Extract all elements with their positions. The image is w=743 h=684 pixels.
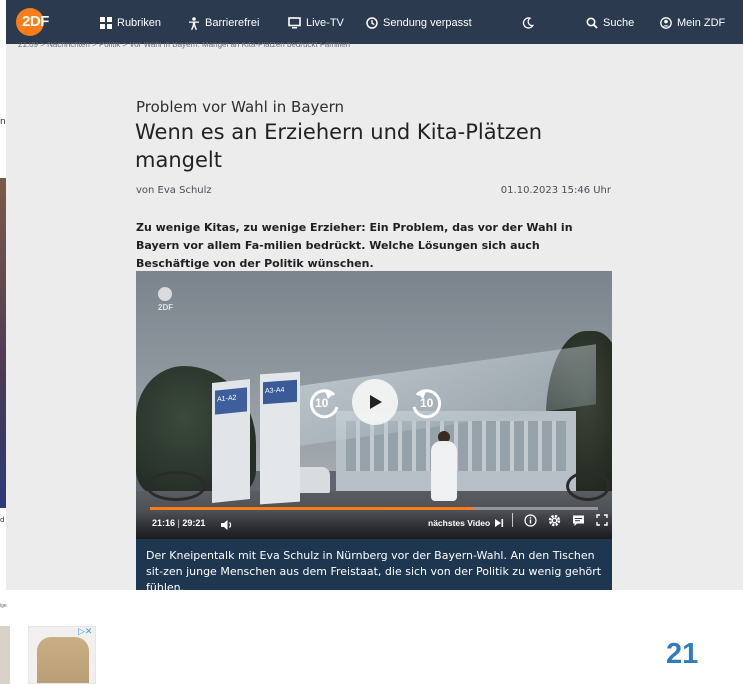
nav-sendung-verpasst[interactable]: Sendung verpasst bbox=[366, 14, 472, 32]
rewind-10-button[interactable]: 10 bbox=[304, 383, 344, 423]
nav-live-tv[interactable]: Live-TV bbox=[288, 14, 344, 32]
user-icon bbox=[660, 17, 672, 29]
tv-icon bbox=[288, 17, 301, 29]
article-date: 01.10.2023 15:46 Uhr bbox=[500, 185, 611, 196]
video-progress-fill bbox=[150, 507, 475, 510]
ad-image[interactable] bbox=[0, 626, 10, 684]
time-separator: | bbox=[177, 518, 180, 528]
video-frame-sign: A1-A2 bbox=[212, 379, 250, 503]
next-video-label: nächstes Video bbox=[428, 518, 491, 528]
volume-button[interactable] bbox=[220, 516, 234, 535]
video-frame-person bbox=[431, 441, 457, 501]
divider bbox=[512, 513, 513, 527]
nav-suche[interactable]: Suche bbox=[586, 14, 634, 32]
video-time: 21:16 | 29:21 bbox=[152, 518, 205, 528]
video-control-icons bbox=[512, 513, 608, 527]
article-overlay: 2DF Rubriken Barrierefrei Live-TV Sendun… bbox=[6, 0, 743, 590]
ad-choices-icon[interactable]: ▷✕ bbox=[78, 626, 92, 637]
video-frame-motorcycle bbox=[146, 471, 206, 501]
video-player[interactable]: A1-A2 A3-A4 2DF 10 10 21:16 | 29:21 näch… bbox=[136, 271, 612, 539]
play-button[interactable] bbox=[352, 379, 398, 425]
search-icon bbox=[586, 17, 598, 29]
article-headline: Wenn es an Erziehern und Kita-Plätzen ma… bbox=[135, 120, 543, 172]
nav-barrierefrei[interactable]: Barrierefrei bbox=[188, 14, 259, 32]
clock-icon bbox=[366, 17, 378, 29]
nav-label: Mein ZDF bbox=[677, 17, 726, 29]
nav-label: Barrierefrei bbox=[205, 17, 260, 29]
moon-icon bbox=[522, 17, 534, 29]
top-nav: 2DF Rubriken Barrierefrei Live-TV Sendun… bbox=[6, 0, 743, 44]
video-caption: Der Kneipentalk mit Eva Schulz in Nürnbe… bbox=[136, 539, 612, 590]
article-lead: Zu wenige Kitas, zu wenige Erzieher: Ein… bbox=[136, 221, 573, 270]
screenshot-root: n d 2DF Rubriken Barrierefrei Live-TV Se… bbox=[0, 0, 743, 684]
nav-label: Suche bbox=[603, 17, 635, 29]
background-text-fragment: n bbox=[0, 117, 6, 127]
settings-icon[interactable] bbox=[548, 514, 561, 527]
ad-label: ige bbox=[0, 603, 7, 609]
fullscreen-icon[interactable] bbox=[596, 514, 608, 526]
background-page-bottom bbox=[0, 590, 743, 684]
skip-next-icon bbox=[495, 519, 504, 527]
article-kicker: Problem vor Wahl in Bayern bbox=[136, 98, 345, 116]
info-icon[interactable] bbox=[524, 513, 537, 527]
volume-icon bbox=[221, 520, 232, 530]
page-number: 21 bbox=[666, 638, 699, 670]
article-author: von Eva Schulz bbox=[136, 185, 212, 196]
current-time: 21:16 bbox=[152, 518, 176, 528]
nav-rubriken[interactable]: Rubriken bbox=[100, 14, 161, 32]
video-progress-bar[interactable] bbox=[150, 507, 598, 510]
dark-mode-toggle[interactable] bbox=[522, 14, 534, 32]
grid-icon bbox=[100, 17, 112, 29]
zdf-logo[interactable]: 2DF bbox=[16, 8, 66, 36]
video-frame-sign: A3-A4 bbox=[260, 371, 300, 505]
subtitles-icon[interactable] bbox=[572, 514, 585, 527]
duration: 29:21 bbox=[182, 518, 206, 528]
background-text-fragment: d bbox=[0, 516, 5, 524]
nav-label: Rubriken bbox=[117, 17, 162, 29]
nav-label: Live-TV bbox=[306, 17, 344, 29]
play-icon bbox=[370, 395, 382, 409]
forward-10-button[interactable]: 10 bbox=[407, 383, 447, 423]
video-watermark-logo: 2DF bbox=[158, 287, 188, 312]
video-frame-bicycle bbox=[566, 471, 610, 501]
next-video-button[interactable]: nächstes Video bbox=[428, 518, 504, 528]
nav-label: Sendung verpasst bbox=[383, 17, 472, 29]
nav-mein-zdf[interactable]: Mein ZDF bbox=[660, 14, 725, 32]
accessibility-icon bbox=[189, 16, 199, 30]
breadcrumb[interactable]: 21.09 > Nachrichten > Politik > Vor Wahl… bbox=[18, 42, 350, 50]
